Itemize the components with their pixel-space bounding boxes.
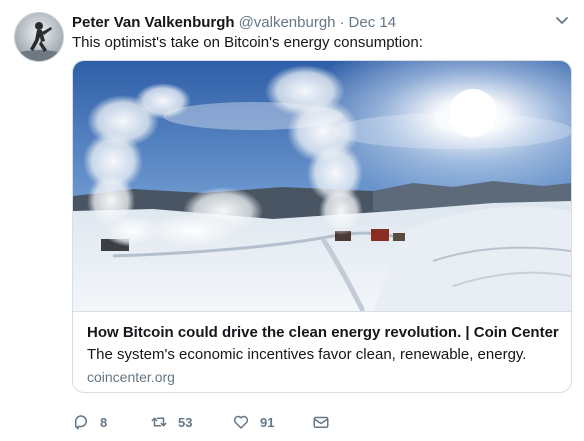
like-count: 91 [260,414,275,430]
card-description: The system's economic incentives favor c… [87,346,527,363]
envelope-icon [313,416,329,428]
link-card[interactable]: How Bitcoin could drive the clean energy… [72,60,572,393]
tweet: Peter Van Valkenburgh @valkenburgh · Dec… [0,0,584,441]
heart-icon [233,415,249,429]
separator-dot: · [339,13,345,31]
reply-count: 8 [100,414,108,430]
reply-icon [75,415,87,430]
retweet-button[interactable]: 53 [150,412,192,432]
card-body[interactable]: How Bitcoin could drive the clean energy… [73,311,571,392]
author-name[interactable]: Peter Van Valkenburgh [72,14,235,31]
avatar-image [15,13,63,61]
card-title[interactable]: How Bitcoin could drive the clean energy… [87,323,559,342]
card-image [73,61,571,311]
tweet-date[interactable]: Dec 14 [349,14,397,31]
direct-message-button[interactable] [312,412,330,432]
tweet-header: Peter Van Valkenburgh @valkenburgh · Dec… [72,12,564,32]
retweet-icon [151,417,167,427]
tweet-text: This optimist's take on Bitcoin's energy… [72,34,423,51]
author-handle[interactable]: @valkenburgh [239,14,336,31]
chevron-down-icon[interactable] [554,12,570,28]
tweet-actions: 8 53 91 [72,412,372,432]
retweet-count: 53 [178,414,193,430]
reply-button[interactable]: 8 [72,412,107,432]
avatar[interactable] [14,12,64,62]
like-button[interactable]: 91 [232,412,274,432]
card-domain[interactable]: coincenter.org [87,368,557,386]
